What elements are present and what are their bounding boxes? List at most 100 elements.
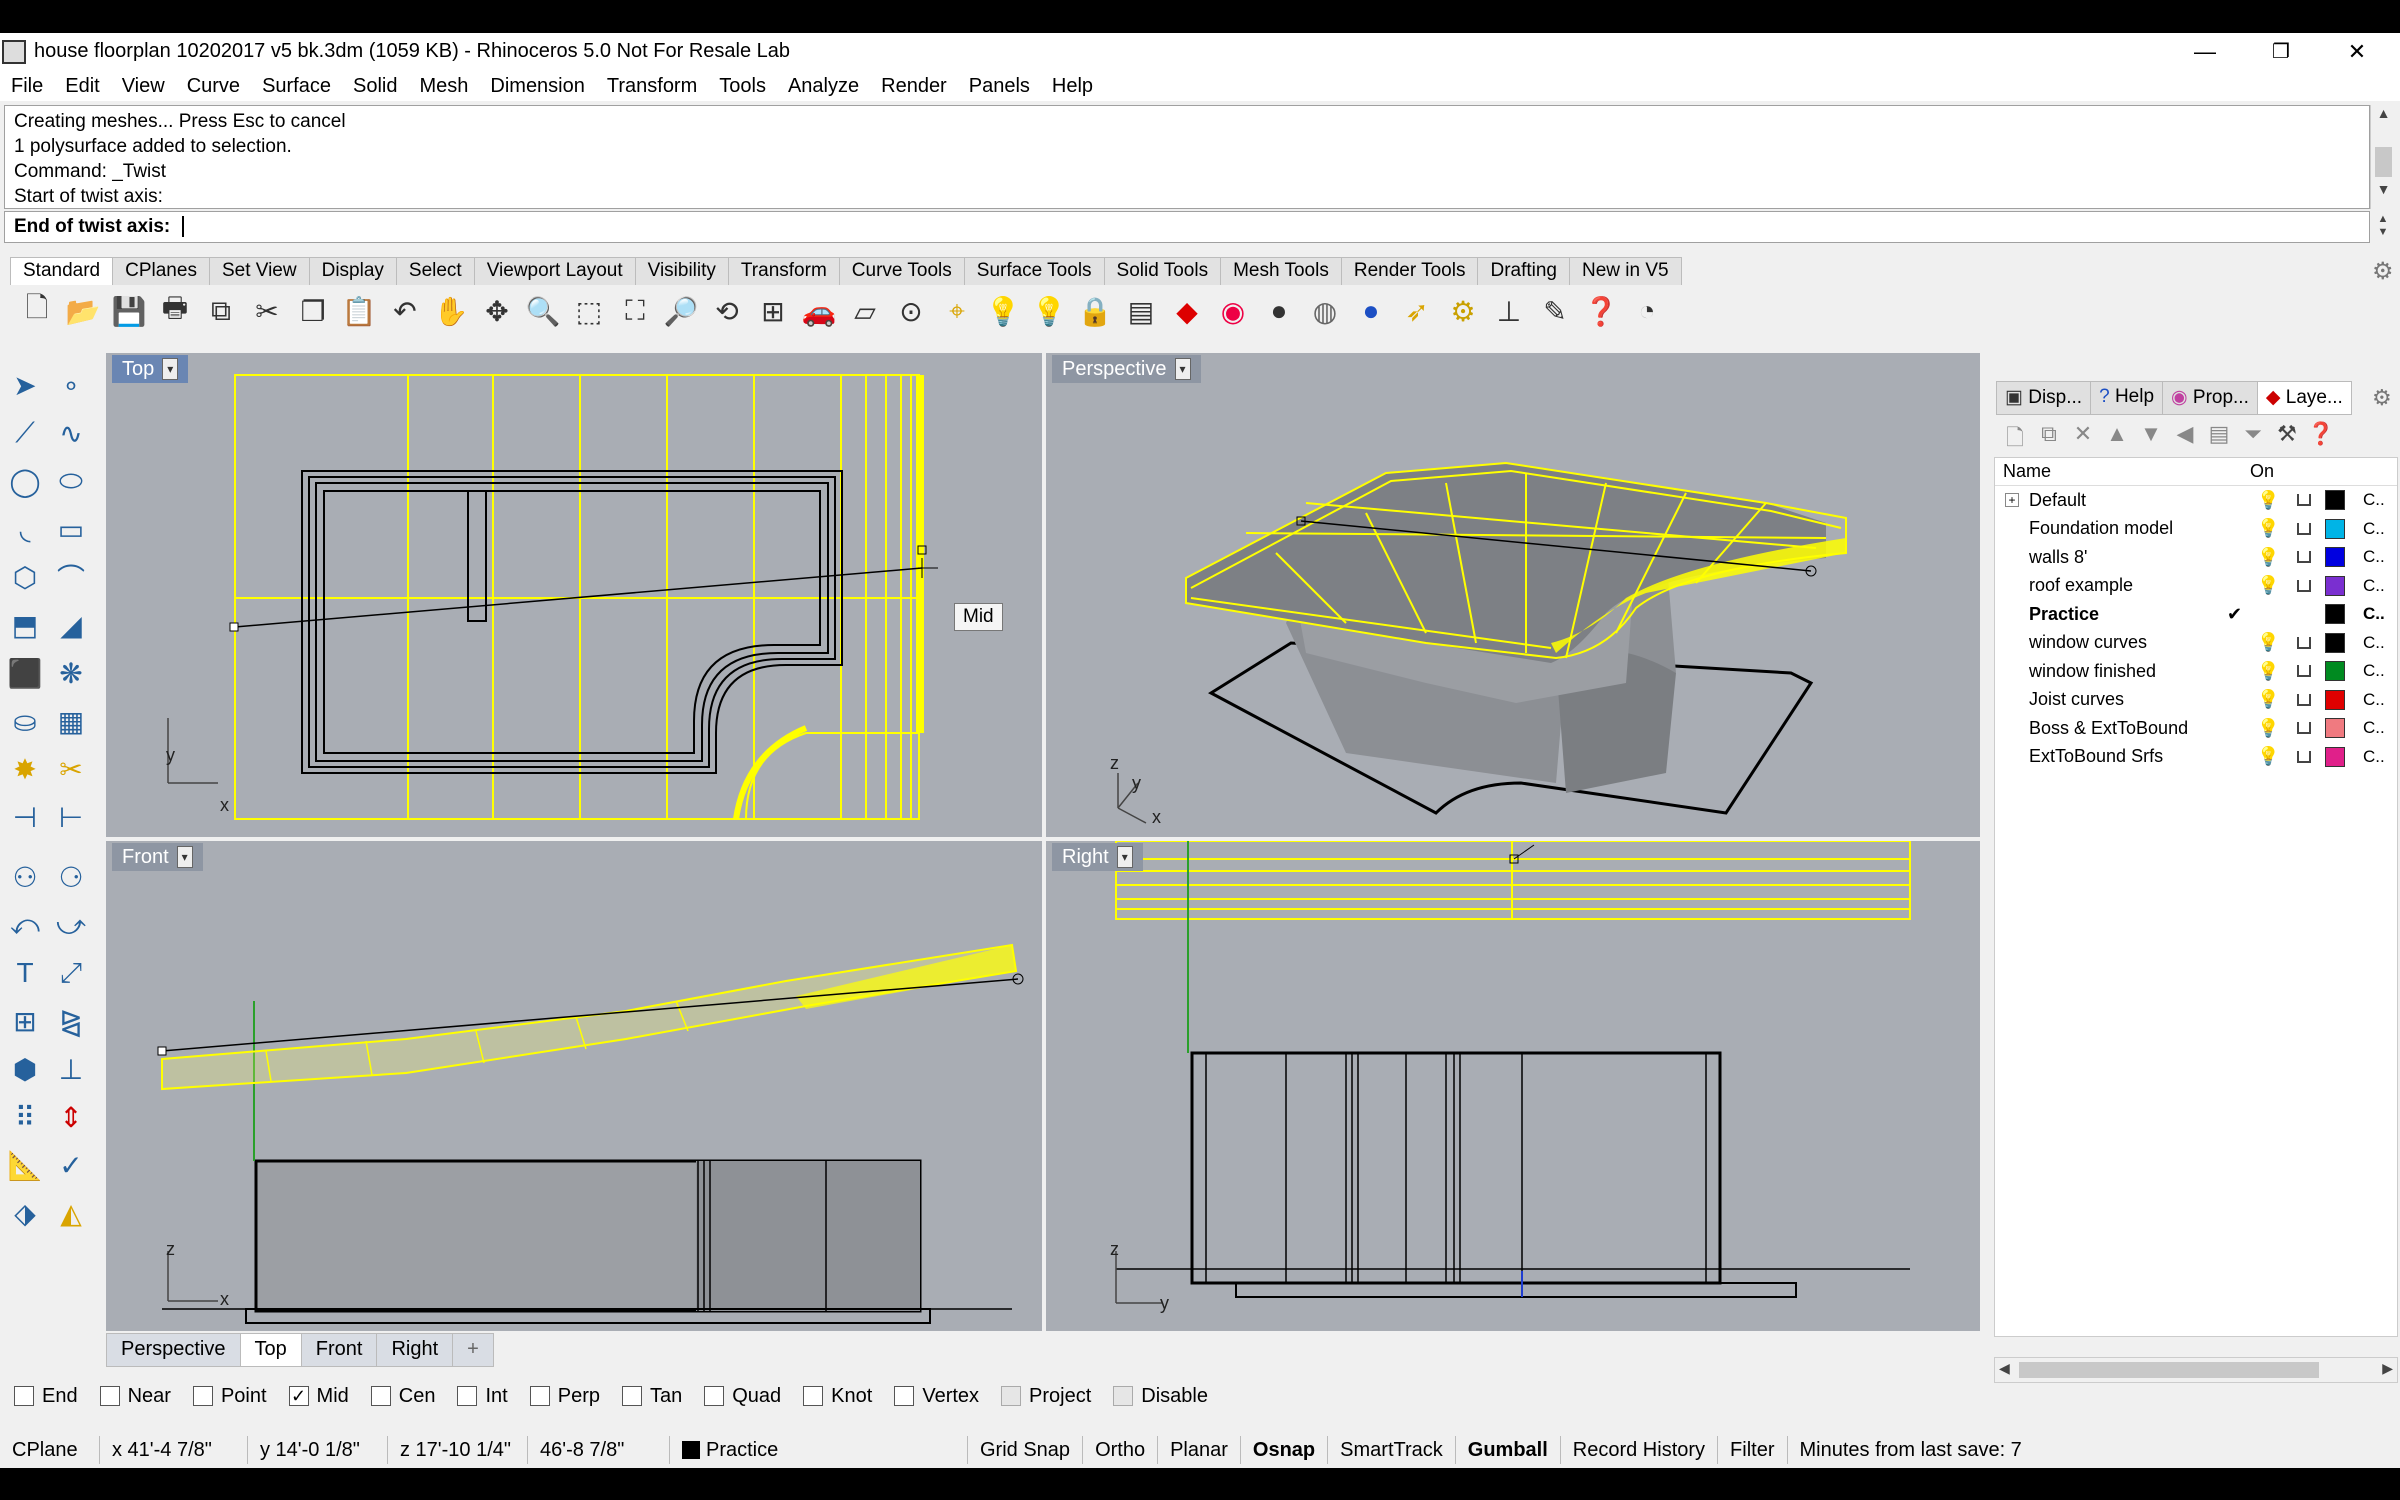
tab-set-view[interactable]: Set View: [208, 257, 310, 285]
undo-icon[interactable]: ↶: [382, 289, 428, 333]
help-question-icon[interactable]: ❓: [1578, 289, 1624, 333]
layer-row[interactable]: window finished 💡 C..: [1995, 657, 2397, 686]
text-icon[interactable]: T: [2, 951, 48, 995]
layer-lock-icon[interactable]: [2297, 693, 2311, 706]
render-preview-icon[interactable]: ⬗: [2, 1191, 48, 1235]
menu-dimension[interactable]: Dimension: [479, 75, 595, 98]
polyline-icon[interactable]: ⟋: [2, 411, 48, 455]
filter-toggle[interactable]: Filter: [1718, 1436, 1788, 1464]
tab-standard[interactable]: Standard: [10, 257, 114, 285]
save-icon[interactable]: 💾: [106, 289, 152, 333]
trim-icon[interactable]: ✂: [48, 747, 94, 791]
open-file-icon[interactable]: 📂: [60, 289, 106, 333]
shaded-sphere-icon[interactable]: ●: [1256, 289, 1302, 333]
command-line[interactable]: End of twist axis:: [4, 211, 2370, 243]
layer-visibility-bulb-icon[interactable]: 💡: [2257, 661, 2279, 682]
paint-bucket-icon[interactable]: ◆: [1164, 289, 1210, 333]
tools-hammer-icon[interactable]: ⚒: [2270, 421, 2304, 453]
panel-tab-properties[interactable]: ◉ Prop...: [2162, 381, 2258, 415]
light-icon[interactable]: ➶: [1394, 289, 1440, 333]
layer-material[interactable]: C..: [2363, 576, 2385, 596]
layer-row[interactable]: Practice ✔ C..: [1995, 600, 2397, 629]
osnap-checkbox[interactable]: [370, 1386, 391, 1406]
osnap-checkbox[interactable]: [894, 1386, 915, 1406]
layer-row[interactable]: roof example 💡 C..: [1995, 572, 2397, 601]
layer-material[interactable]: C..: [2363, 690, 2385, 710]
layer-row[interactable]: window curves 💡 C..: [1995, 629, 2397, 658]
light-bulb-icon[interactable]: 💡: [980, 289, 1026, 333]
material-icon[interactable]: ◭: [48, 1191, 94, 1235]
grid-snap-toggle[interactable]: Grid Snap: [968, 1436, 1084, 1464]
tab-select[interactable]: Select: [395, 257, 475, 285]
rotate-view-icon[interactable]: ✥: [474, 289, 520, 333]
show-hide-bulb-icon[interactable]: 💡: [1026, 289, 1072, 333]
smarttrack-toggle[interactable]: SmartTrack: [1328, 1436, 1456, 1464]
tab-solid-tools[interactable]: Solid Tools: [1103, 257, 1222, 285]
expand-icon[interactable]: +: [2005, 493, 2019, 508]
cplane-icon[interactable]: ▱: [842, 289, 888, 333]
osnap-knot[interactable]: Knot: [803, 1385, 872, 1408]
osnap-int[interactable]: Int: [457, 1385, 508, 1408]
viewport-right[interactable]: Right ▾ z y: [1046, 841, 1980, 1331]
osnap-toggle[interactable]: Osnap: [1241, 1436, 1329, 1464]
gumball-toggle[interactable]: Gumball: [1456, 1436, 1561, 1464]
print-icon[interactable]: 🖶: [152, 289, 198, 333]
osnap-checkbox[interactable]: [803, 1386, 824, 1406]
menu-file[interactable]: File: [0, 75, 54, 98]
ungroup-icon[interactable]: ⚆: [48, 855, 94, 899]
zoom-icon[interactable]: 🔍: [520, 289, 566, 333]
move-down-icon[interactable]: ▼: [2134, 421, 2168, 453]
layer-material[interactable]: C..: [2363, 547, 2385, 567]
four-viewports-icon[interactable]: ⊞: [750, 289, 796, 333]
layer-name[interactable]: ExtToBound Srfs: [2029, 746, 2163, 767]
column-on-header[interactable]: On: [2250, 461, 2274, 482]
options-gear-icon[interactable]: ⚙: [1440, 289, 1486, 333]
layer-color-swatch[interactable]: [2325, 518, 2345, 539]
layer-color-swatch[interactable]: [2325, 689, 2345, 710]
menu-curve[interactable]: Curve: [176, 75, 251, 98]
block-icon[interactable]: ⬢: [2, 1047, 48, 1091]
layer-hscrollbar[interactable]: ◀ ▶: [1994, 1357, 2398, 1383]
menu-solid[interactable]: Solid: [342, 75, 408, 98]
layer-row[interactable]: Boss & ExtToBound 💡 C..: [1995, 714, 2397, 743]
osnap-cen[interactable]: Cen: [370, 1385, 435, 1408]
layer-visibility-bulb-icon[interactable]: 💡: [2257, 490, 2279, 511]
rendered-sphere-icon[interactable]: ◍: [1302, 289, 1348, 333]
layer-material[interactable]: C..: [2363, 747, 2385, 767]
layer-color-swatch[interactable]: [2325, 661, 2345, 682]
layer-material[interactable]: C..: [2363, 661, 2385, 681]
layer-color-swatch[interactable]: [2325, 632, 2345, 653]
tab-viewport-layout[interactable]: Viewport Layout: [473, 257, 636, 285]
viewport-label-right[interactable]: Right ▾: [1052, 843, 1143, 871]
grid-array-icon[interactable]: ⠿: [2, 1095, 48, 1139]
select-arrow-icon[interactable]: ➤: [2, 363, 48, 407]
fillet-curve-icon[interactable]: ⌒: [48, 555, 94, 599]
layer-row[interactable]: Joist curves 💡 C..: [1995, 686, 2397, 715]
view-tab-top[interactable]: Top: [239, 1333, 302, 1367]
minimize-button[interactable]: —: [2170, 33, 2240, 71]
paste-icon[interactable]: 📋: [336, 289, 382, 333]
viewport-menu-chevron-icon[interactable]: ▾: [162, 358, 179, 380]
viewport-menu-chevron-icon[interactable]: ▾: [1116, 846, 1133, 868]
record-history-toggle[interactable]: Record History: [1561, 1436, 1719, 1464]
dimension-tool-icon[interactable]: ⊥: [48, 1047, 94, 1091]
osnap-perp[interactable]: Perp: [529, 1385, 600, 1408]
osnap-point[interactable]: Point: [192, 1385, 267, 1408]
layer-name[interactable]: Foundation model: [2029, 518, 2173, 539]
layer-row[interactable]: + Default 💡 C..: [1995, 486, 2397, 515]
split-icon[interactable]: ⊢: [48, 795, 94, 839]
surface-corner-icon[interactable]: ⬒: [2, 603, 48, 647]
menu-surface[interactable]: Surface: [251, 75, 342, 98]
osnap-checkbox[interactable]: [457, 1386, 478, 1406]
layer-color-swatch[interactable]: [2325, 547, 2345, 568]
layer-lock-icon[interactable]: [2297, 722, 2311, 735]
panel-tab-display[interactable]: ▣ Disp...: [1996, 381, 2092, 415]
osnap-tan[interactable]: Tan: [621, 1385, 682, 1408]
undo-view-icon[interactable]: ⟲: [704, 289, 750, 333]
copy-icon[interactable]: ❐: [290, 289, 336, 333]
layer-lock-icon[interactable]: [2297, 522, 2311, 535]
mesh-plane-icon[interactable]: ▦: [48, 699, 94, 743]
pen-icon[interactable]: ✎: [1532, 289, 1578, 333]
zoom-extents-icon[interactable]: ⛶: [612, 289, 658, 333]
osnap-checkbox[interactable]: [704, 1386, 725, 1406]
